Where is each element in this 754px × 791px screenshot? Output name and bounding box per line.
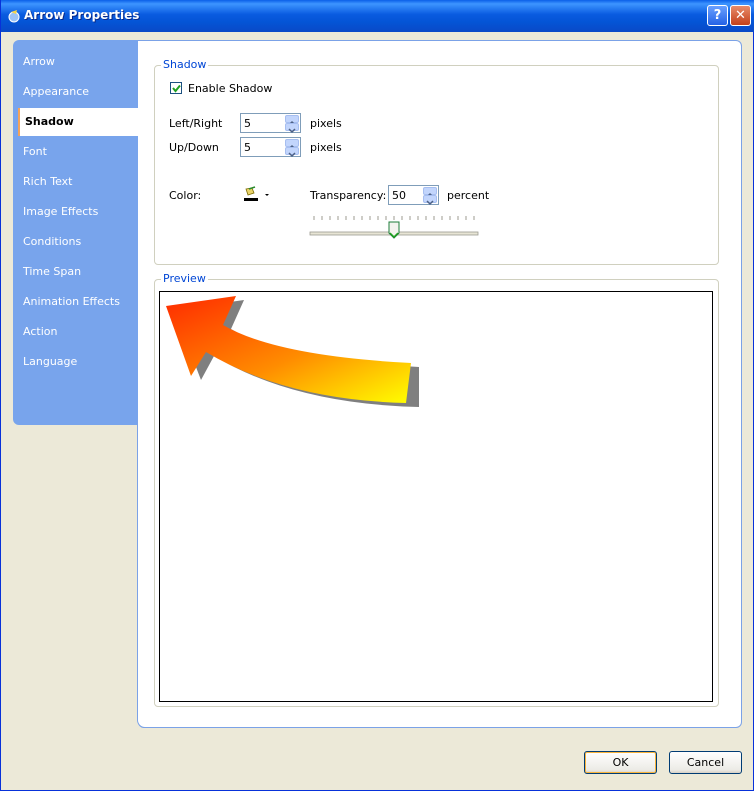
sidebar-item-action[interactable]: Action <box>13 318 138 346</box>
transparency-stepper[interactable]: 50 <box>388 185 439 206</box>
checkmark-icon <box>172 84 181 93</box>
sidebar-wave <box>13 395 138 425</box>
sidebar-item-appearance[interactable]: Appearance <box>13 78 138 106</box>
close-button[interactable]: ✕ <box>730 5 751 26</box>
color-label: Color: <box>169 189 202 202</box>
slider-thumb[interactable] <box>388 221 400 239</box>
spin-down-icon[interactable] <box>423 195 437 206</box>
slider-ticks <box>313 216 475 220</box>
sidebar-item-conditions[interactable]: Conditions <box>13 228 138 256</box>
help-icon: ? <box>713 8 722 23</box>
transparency-slider[interactable] <box>306 212 486 246</box>
arrow-preview <box>166 296 419 407</box>
close-icon: ✕ <box>735 8 746 23</box>
sidebar-item-time-span[interactable]: Time Span <box>13 258 138 286</box>
help-button[interactable]: ? <box>707 5 728 26</box>
panel-border <box>137 420 145 728</box>
enable-shadow-label[interactable]: Enable Shadow <box>188 82 272 95</box>
sidebar-item-language[interactable]: Language <box>13 348 138 376</box>
up-down-label: Up/Down <box>169 141 219 154</box>
sidebar-item-shadow[interactable]: Shadow <box>18 108 138 136</box>
spin-up-icon[interactable] <box>423 187 437 198</box>
up-down-unit: pixels <box>310 141 342 154</box>
sidebar-item-font[interactable]: Font <box>13 138 138 166</box>
transparency-value[interactable]: 50 <box>392 189 406 202</box>
left-right-unit: pixels <box>310 117 342 130</box>
preview-canvas <box>159 291 713 702</box>
preview-group-label: Preview <box>161 272 208 285</box>
transparency-label: Transparency: <box>310 189 387 202</box>
app-icon <box>8 10 20 23</box>
color-picker-button[interactable] <box>242 186 272 204</box>
up-down-value[interactable]: 5 <box>244 141 251 154</box>
cancel-button[interactable]: Cancel <box>669 751 742 774</box>
sidebar-item-arrow[interactable]: Arrow <box>13 48 138 76</box>
left-right-label: Left/Right <box>169 117 223 130</box>
window-title: Arrow Properties <box>24 8 140 22</box>
dialog-window: Arrow Properties ? ✕ Arrow Appearance Shad… <box>0 0 754 791</box>
sidebar-item-rich-text[interactable]: Rich Text <box>13 168 138 196</box>
left-right-value[interactable]: 5 <box>244 117 251 130</box>
spin-down-icon[interactable] <box>285 147 299 158</box>
sidebar-item-image-effects[interactable]: Image Effects <box>13 198 138 226</box>
spin-down-icon[interactable] <box>285 123 299 134</box>
title-bar[interactable]: Arrow Properties ? ✕ <box>1 0 754 32</box>
ok-button[interactable]: OK <box>584 751 657 774</box>
up-down-stepper[interactable]: 5 <box>240 137 301 158</box>
sidebar-item-animation-effects[interactable]: Animation Effects <box>13 288 138 316</box>
enable-shadow-checkbox[interactable] <box>170 82 182 94</box>
spin-up-icon[interactable] <box>285 139 299 150</box>
paint-bucket-icon <box>244 186 269 201</box>
left-right-stepper[interactable]: 5 <box>240 113 301 134</box>
shadow-group-label: Shadow <box>161 58 209 71</box>
transparency-unit: percent <box>447 189 490 202</box>
spin-up-icon[interactable] <box>285 115 299 126</box>
